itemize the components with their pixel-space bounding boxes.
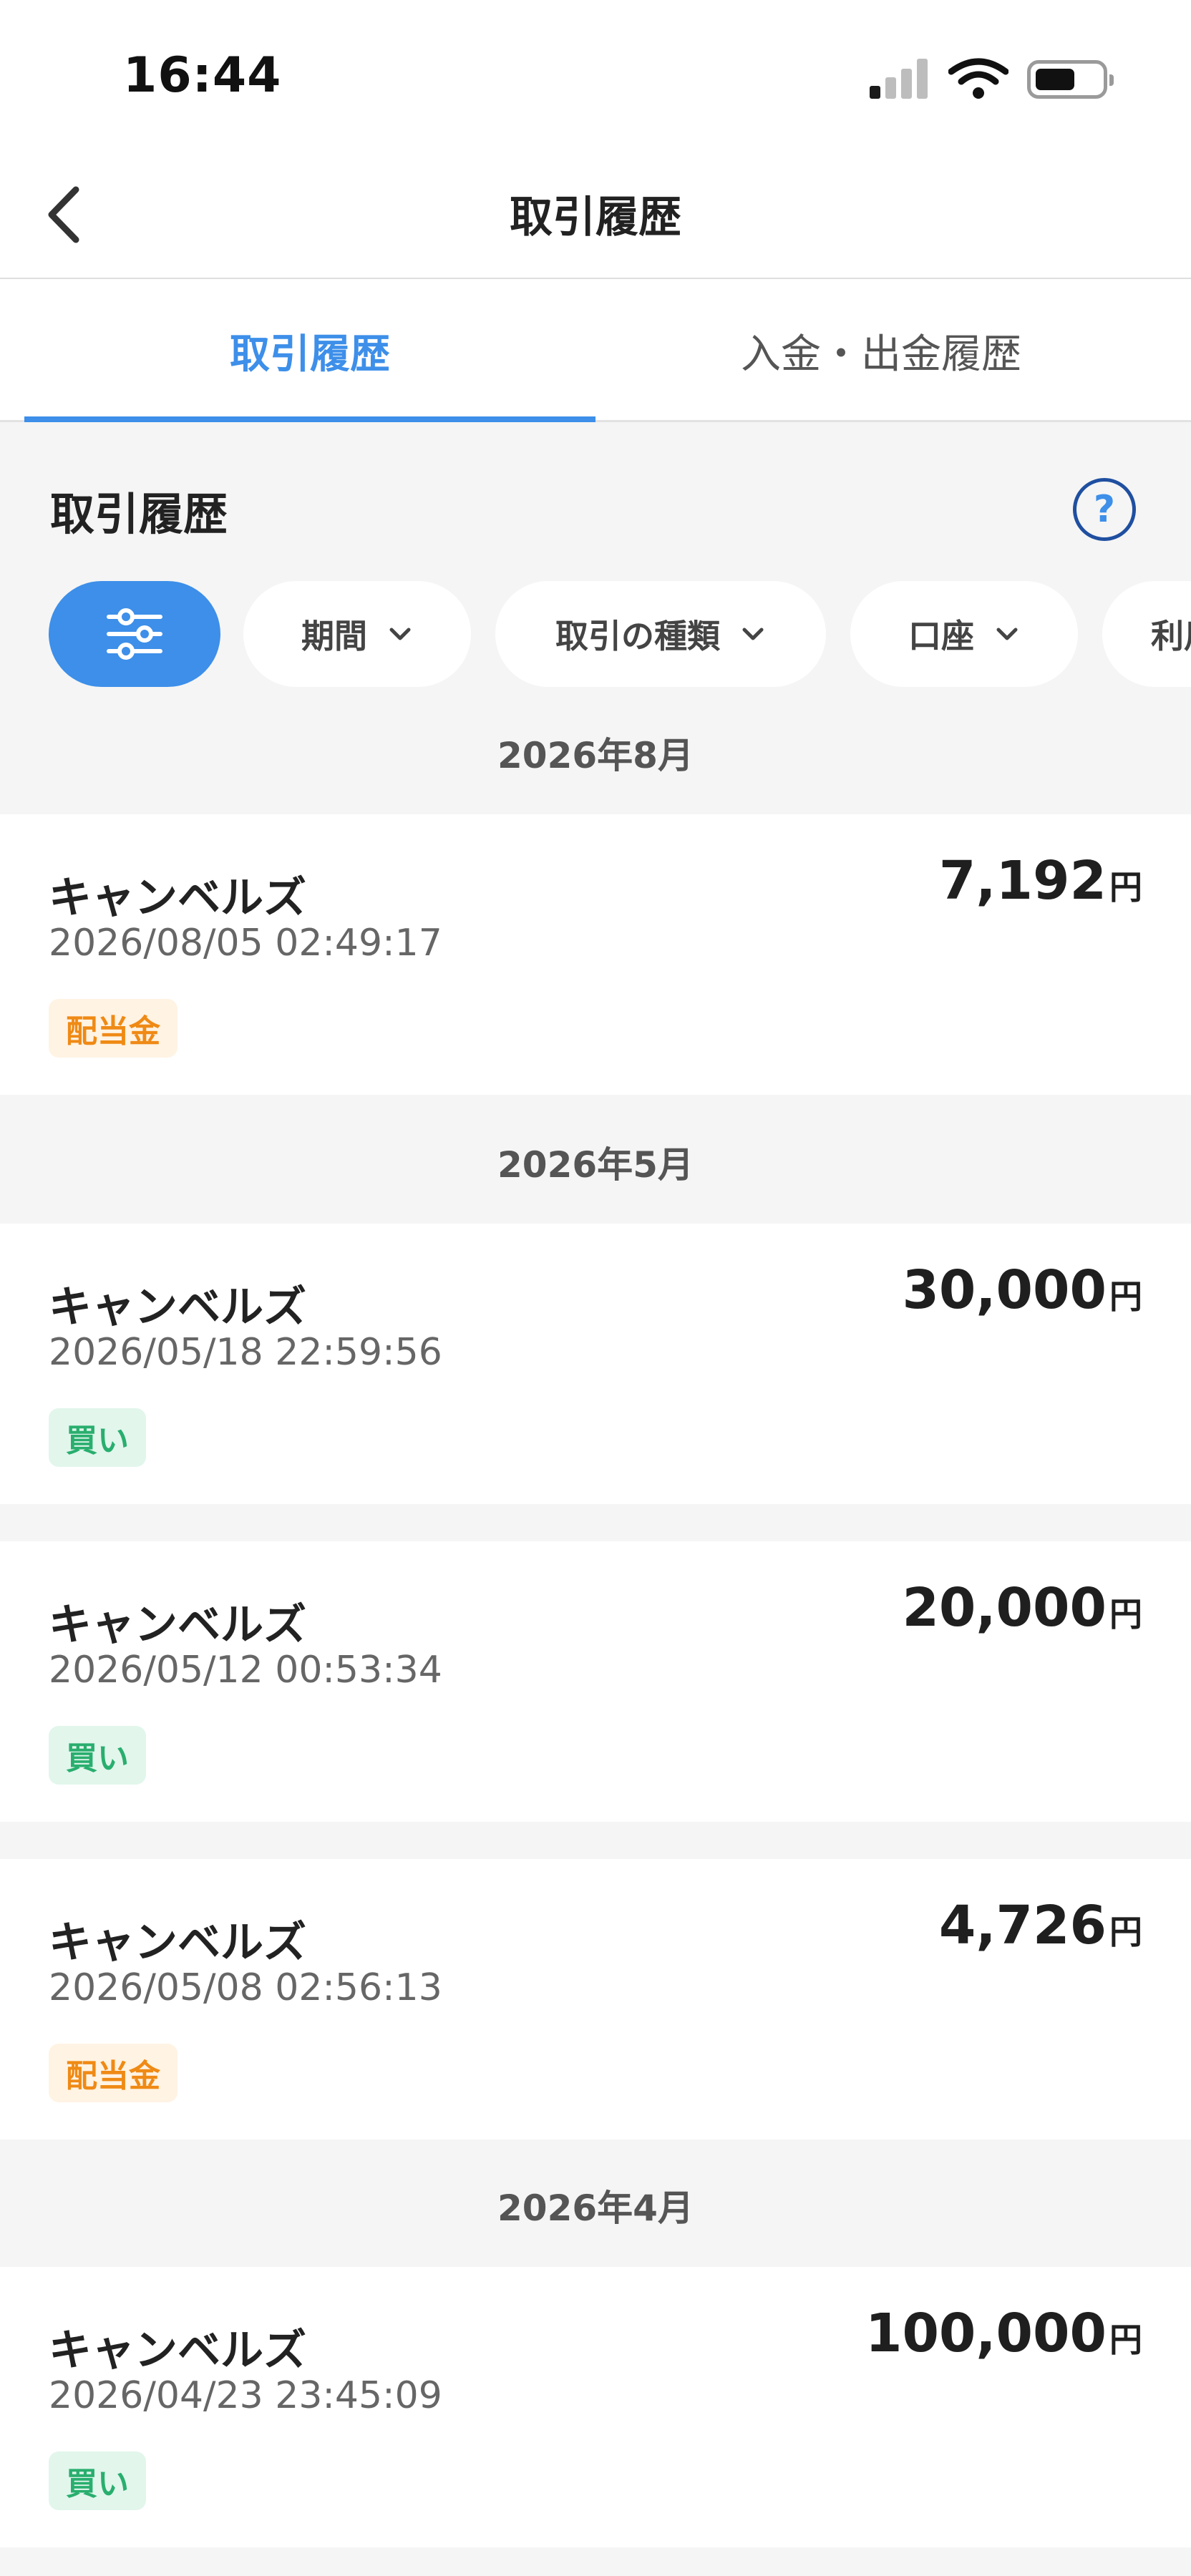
active-tab-indicator — [24, 416, 596, 422]
transaction-datetime: 2026/04/23 23:45:09 — [49, 2374, 442, 2417]
filter-account-dropdown[interactable]: 口座 — [850, 581, 1078, 687]
currency-unit: 円 — [1109, 1913, 1142, 1951]
transaction-amount: 4,726円 — [939, 1895, 1142, 1956]
transaction-datetime: 2026/05/12 00:53:34 — [49, 1649, 442, 1692]
month-header: 2026年4月 — [497, 2187, 694, 2229]
transaction-name: キャンベルズ — [49, 2326, 306, 2376]
nav-bar: 取引履歴 — [0, 154, 1191, 279]
transaction-name: キャンベルズ — [49, 1918, 306, 1968]
tab-deposit-withdrawal-history[interactable]: 入金・出金履歴 — [596, 279, 1167, 422]
amount-value: 7,192 — [938, 850, 1107, 912]
transaction-row[interactable]: キャンベルズ 2026/08/05 02:49:17 7,192円 配当金 — [0, 814, 1191, 1095]
help-icon[interactable]: ? — [1073, 478, 1136, 541]
month-header: 2026年8月 — [497, 735, 694, 776]
transaction-type-badge: 買い — [49, 1408, 146, 1467]
currency-unit: 円 — [1109, 2321, 1142, 2359]
filter-period-dropdown[interactable]: 期間 — [243, 581, 471, 687]
currency-unit: 円 — [1109, 868, 1142, 907]
transaction-name: キャンベルズ — [49, 1600, 306, 1650]
filter-settings-button[interactable] — [49, 581, 220, 687]
filter-usage-label: 利用 — [1151, 617, 1191, 655]
cellular-signal-icon — [870, 59, 928, 99]
transaction-amount: 7,192円 — [939, 850, 1142, 912]
chevron-down-icon — [389, 628, 411, 640]
chevron-down-icon — [742, 628, 764, 640]
tab-bar: 取引履歴 入金・出金履歴 — [0, 279, 1191, 422]
amount-value: 30,000 — [902, 1259, 1107, 1321]
amount-value: 100,000 — [865, 2303, 1107, 2364]
transaction-row[interactable]: キャンベルズ 2026/04/23 23:45:09 100,000円 買い — [0, 2267, 1191, 2547]
filter-account-label: 口座 — [908, 617, 974, 655]
chevron-down-icon — [996, 628, 1018, 640]
transaction-type-badge: 買い — [49, 1726, 146, 1785]
transaction-type-badge: 配当金 — [49, 999, 178, 1058]
transaction-amount: 30,000円 — [902, 1259, 1142, 1321]
filter-bar: 期間 取引の種類 口座 利用 — [0, 581, 1191, 687]
transaction-type-badge: 配当金 — [49, 2044, 178, 2102]
amount-value: 4,726 — [938, 1895, 1107, 1956]
amount-value: 20,000 — [902, 1577, 1107, 1639]
month-header: 2026年5月 — [497, 1144, 694, 1186]
transaction-type-badge: 買い — [49, 2451, 146, 2510]
transaction-datetime: 2026/05/08 02:56:13 — [49, 1966, 442, 2009]
section-title: 取引履歴 — [50, 488, 228, 540]
transaction-row[interactable]: キャンベルズ 2026/05/12 00:53:34 20,000円 買い — [0, 1541, 1191, 1822]
transaction-name: キャンベルズ — [49, 873, 306, 923]
filter-period-label: 期間 — [301, 617, 367, 655]
wifi-icon — [948, 58, 1008, 99]
filter-transaction-type-label: 取引の種類 — [555, 617, 720, 655]
status-bar: 16:44 — [0, 0, 1191, 154]
transaction-amount: 20,000円 — [902, 1577, 1142, 1639]
transaction-row[interactable]: キャンベルズ 2026/05/08 02:56:13 4,726円 配当金 — [0, 1859, 1191, 2140]
status-time: 16:44 — [123, 47, 282, 104]
battery-icon — [1027, 60, 1114, 99]
currency-unit: 円 — [1109, 1277, 1142, 1316]
transaction-name: キャンベルズ — [49, 1282, 306, 1332]
currency-unit: 円 — [1109, 1595, 1142, 1634]
transaction-row[interactable]: キャンベルズ 2026/05/18 22:59:56 30,000円 買い — [0, 1224, 1191, 1504]
transaction-datetime: 2026/08/05 02:49:17 — [49, 922, 442, 965]
filter-transaction-type-dropdown[interactable]: 取引の種類 — [495, 581, 826, 687]
page-title: 取引履歴 — [510, 192, 681, 243]
tab-transaction-history[interactable]: 取引履歴 — [24, 279, 596, 422]
transaction-datetime: 2026/05/18 22:59:56 — [49, 1331, 442, 1374]
filter-usage-dropdown[interactable]: 利用 — [1102, 581, 1191, 687]
transaction-amount: 100,000円 — [865, 2303, 1142, 2364]
sliders-icon — [107, 608, 162, 660]
